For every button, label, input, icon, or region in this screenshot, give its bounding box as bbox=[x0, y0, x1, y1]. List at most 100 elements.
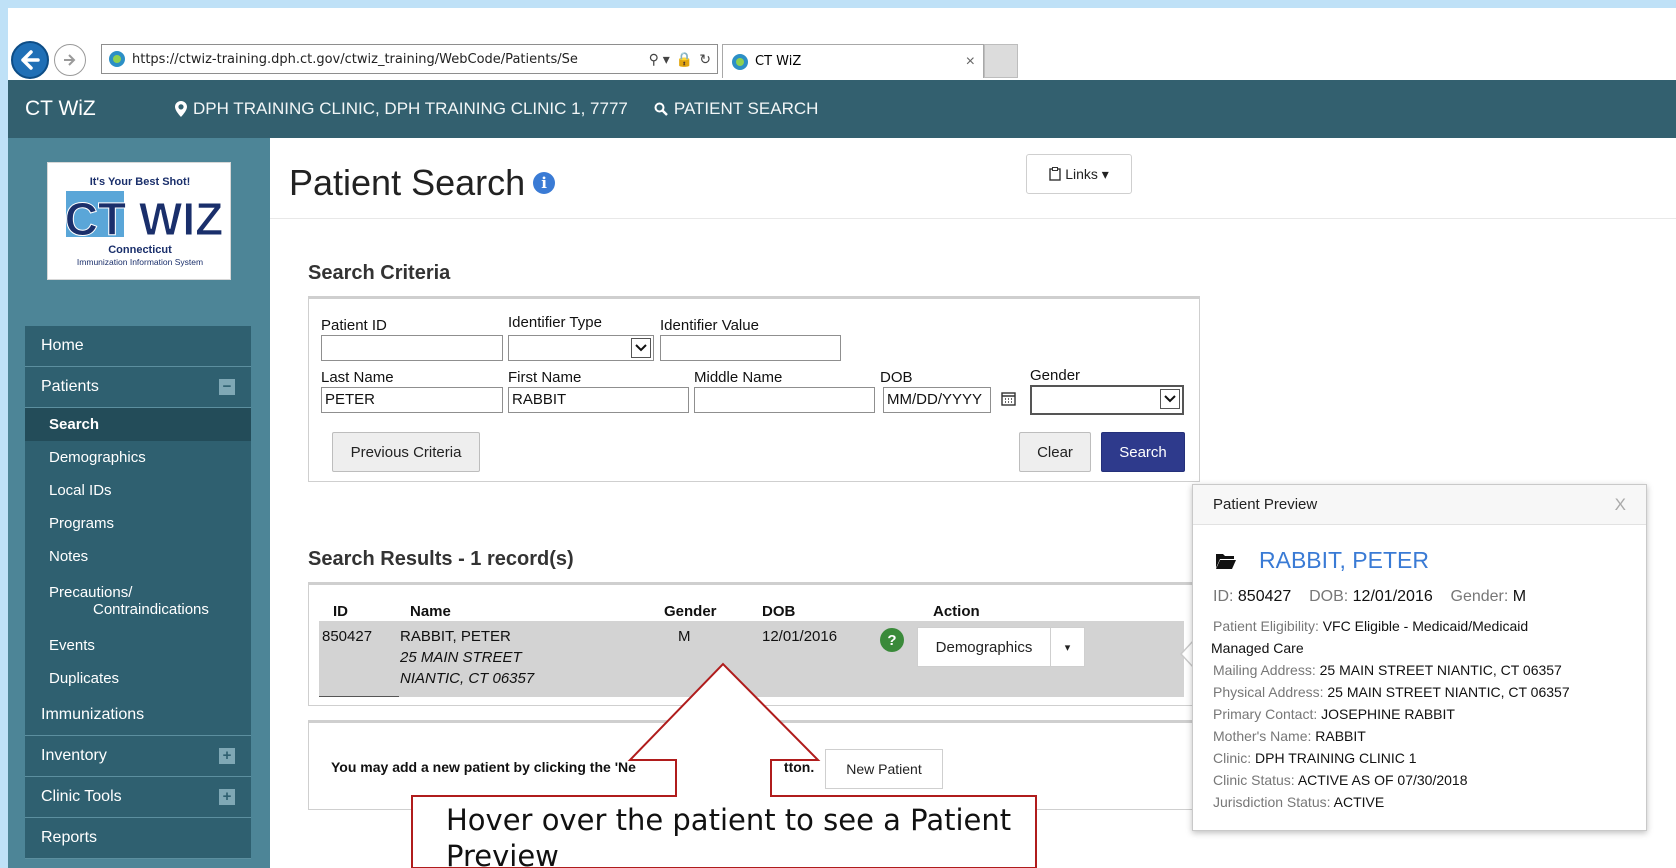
sidebar-item-demographics[interactable]: Demographics bbox=[25, 441, 251, 474]
folder-open-icon bbox=[1216, 553, 1236, 569]
calendar-icon[interactable] bbox=[1001, 391, 1016, 410]
row-gender: M bbox=[678, 628, 691, 645]
search-results-title: Search Results - 1 record(s) bbox=[308, 548, 574, 570]
column-header-gender[interactable]: Gender bbox=[664, 603, 717, 620]
row-address-line1: 25 MAIN STREET bbox=[400, 649, 522, 666]
forward-button[interactable] bbox=[54, 44, 86, 76]
chevron-down-icon bbox=[1160, 389, 1180, 409]
preview-physical-address: Physical Address: 25 MAIN STREET NIANTIC… bbox=[1213, 684, 1570, 700]
row-name[interactable]: RABBIT, PETER bbox=[400, 628, 511, 645]
search-icon[interactable]: ⚲ ▾ bbox=[649, 51, 670, 68]
sidebar: It's Your Best Shot! CT WIZ Connecticut … bbox=[8, 138, 270, 868]
gender-select[interactable] bbox=[1030, 385, 1184, 415]
collapse-icon[interactable]: − bbox=[219, 379, 235, 395]
dob-label: DOB bbox=[880, 369, 913, 386]
patient-id-input[interactable] bbox=[321, 335, 503, 361]
info-icon[interactable]: i bbox=[533, 172, 556, 194]
caret-down-icon[interactable]: ▾ bbox=[1050, 628, 1084, 666]
column-header-dob[interactable]: DOB bbox=[762, 603, 795, 620]
previous-criteria-button[interactable]: Previous Criteria bbox=[332, 432, 480, 472]
preview-header: Patient Preview X bbox=[1193, 485, 1646, 525]
first-name-input[interactable]: RABBIT bbox=[508, 387, 689, 413]
tab-favicon-icon bbox=[732, 53, 748, 70]
ctwiz-logo[interactable]: It's Your Best Shot! CT WIZ Connecticut … bbox=[47, 162, 231, 280]
refresh-icon[interactable]: ↻ bbox=[699, 51, 711, 68]
new-patient-panel: You may add a new patient by clicking th… bbox=[308, 720, 1200, 810]
clinic-selector[interactable]: DPH TRAINING CLINIC, DPH TRAINING CLINIC… bbox=[175, 99, 628, 119]
clipboard-icon bbox=[1049, 167, 1061, 181]
header-page-label: PATIENT SEARCH bbox=[673, 99, 819, 118]
preview-eligibility-cont: Managed Care bbox=[1211, 640, 1304, 656]
callout-text: Hover over the patient to see a Patient … bbox=[446, 803, 1012, 868]
address-bar[interactable]: https://ctwiz-training.dph.ct.gov/ctwiz_… bbox=[101, 44, 718, 74]
title-divider bbox=[270, 218, 1676, 219]
tab-title: CT WiZ bbox=[755, 54, 802, 69]
lock-icon: 🔒 bbox=[675, 50, 694, 67]
search-criteria-title: Search Criteria bbox=[308, 262, 451, 284]
sidebar-item-events[interactable]: Events bbox=[25, 629, 251, 662]
row-id: 850427 bbox=[322, 628, 373, 645]
expand-icon[interactable]: + bbox=[219, 748, 235, 764]
sidebar-item-clinic-tools[interactable]: Clinic Tools + bbox=[25, 777, 251, 818]
preview-mother-name: Mother's Name: RABBIT bbox=[1213, 728, 1366, 744]
preview-patient-name[interactable]: RABBIT, PETER bbox=[1215, 547, 1429, 574]
new-patient-instructions: You may add a new patient by clicking th… bbox=[331, 759, 815, 775]
search-criteria-panel: Patient ID Identifier Type Identifier Va… bbox=[308, 296, 1200, 482]
column-header-name[interactable]: Name bbox=[410, 603, 451, 620]
links-button[interactable]: Links ▾ bbox=[1026, 154, 1132, 194]
identifier-type-label: Identifier Type bbox=[508, 314, 602, 331]
app-name[interactable]: CT WiZ bbox=[25, 97, 175, 121]
sidebar-item-duplicates[interactable]: Duplicates bbox=[25, 662, 251, 695]
row-underline bbox=[319, 696, 399, 697]
preview-eligibility: Patient Eligibility: VFC Eligible - Medi… bbox=[1213, 618, 1529, 634]
sidebar-item-immunizations[interactable]: Immunizations bbox=[25, 695, 251, 736]
header-patient-search[interactable]: PATIENT SEARCH bbox=[654, 99, 819, 119]
logo-tagline: It's Your Best Shot! bbox=[90, 176, 191, 188]
preview-jurisdiction-status: Jurisdiction Status: ACTIVE bbox=[1213, 794, 1385, 810]
table-row[interactable]: 850427 RABBIT, PETER 25 MAIN STREET NIAN… bbox=[319, 621, 1184, 697]
clear-button[interactable]: Clear bbox=[1019, 432, 1091, 472]
sidebar-item-reports[interactable]: Reports bbox=[25, 818, 251, 859]
identifier-value-label: Identifier Value bbox=[660, 317, 759, 334]
preview-title: Patient Preview bbox=[1213, 496, 1318, 513]
sidebar-item-local-ids[interactable]: Local IDs bbox=[25, 474, 251, 507]
sidebar-item-inventory[interactable]: Inventory + bbox=[25, 736, 251, 777]
main-menu: Home Patients − Search Demographics Loca… bbox=[25, 326, 251, 859]
gender-label: Gender bbox=[1030, 367, 1081, 384]
sidebar-item-programs[interactable]: Programs bbox=[25, 507, 251, 540]
url-text: https://ctwiz-training.dph.ct.gov/ctwiz_… bbox=[132, 51, 578, 67]
preview-clinic: Clinic: DPH TRAINING CLINIC 1 bbox=[1213, 750, 1417, 766]
identifier-type-select[interactable] bbox=[508, 335, 654, 361]
row-address-line2: NIANTIC, CT 06357 bbox=[400, 670, 535, 687]
search-button[interactable]: Search bbox=[1101, 432, 1185, 472]
last-name-label: Last Name bbox=[321, 369, 394, 386]
sidebar-item-search[interactable]: Search bbox=[25, 408, 251, 441]
close-tab-icon[interactable]: × bbox=[966, 53, 975, 71]
new-patient-button[interactable]: New Patient bbox=[825, 749, 943, 789]
browser-chrome: https://ctwiz-training.dph.ct.gov/ctwiz_… bbox=[8, 8, 1676, 80]
expand-icon[interactable]: + bbox=[219, 789, 235, 805]
logo-subtitle: Immunization Information System bbox=[77, 257, 203, 267]
sidebar-item-home[interactable]: Home bbox=[25, 326, 251, 367]
middle-name-input[interactable] bbox=[694, 387, 875, 413]
identifier-value-input[interactable] bbox=[660, 335, 841, 361]
help-icon[interactable]: ? bbox=[880, 628, 904, 652]
demographics-action-button[interactable]: Demographics ▾ bbox=[917, 627, 1085, 667]
preview-mailing-address: Mailing Address: 25 MAIN STREET NIANTIC,… bbox=[1213, 662, 1562, 678]
column-header-id[interactable]: ID bbox=[333, 603, 348, 620]
sidebar-item-precautions[interactable]: Precautions/ Contraindications bbox=[25, 573, 251, 629]
patient-id-label: Patient ID bbox=[321, 317, 387, 334]
dob-input[interactable]: MM/DD/YYYY bbox=[883, 387, 991, 413]
browser-tab[interactable]: CT WiZ × bbox=[722, 44, 984, 78]
back-button[interactable] bbox=[11, 41, 49, 79]
last-name-input[interactable]: PETER bbox=[321, 387, 503, 413]
sidebar-item-notes[interactable]: Notes bbox=[25, 540, 251, 573]
arrow-right-icon bbox=[64, 54, 76, 66]
patient-preview-popover: Patient Preview X RABBIT, PETER ID: 8504… bbox=[1192, 484, 1647, 831]
page-title: Patient Search i bbox=[289, 162, 556, 204]
close-icon[interactable]: X bbox=[1615, 495, 1626, 515]
sidebar-item-patients[interactable]: Patients − bbox=[25, 367, 251, 408]
column-header-action: Action bbox=[933, 603, 980, 620]
clinic-label: DPH TRAINING CLINIC, DPH TRAINING CLINIC… bbox=[193, 99, 628, 118]
new-tab-button[interactable] bbox=[984, 44, 1018, 78]
